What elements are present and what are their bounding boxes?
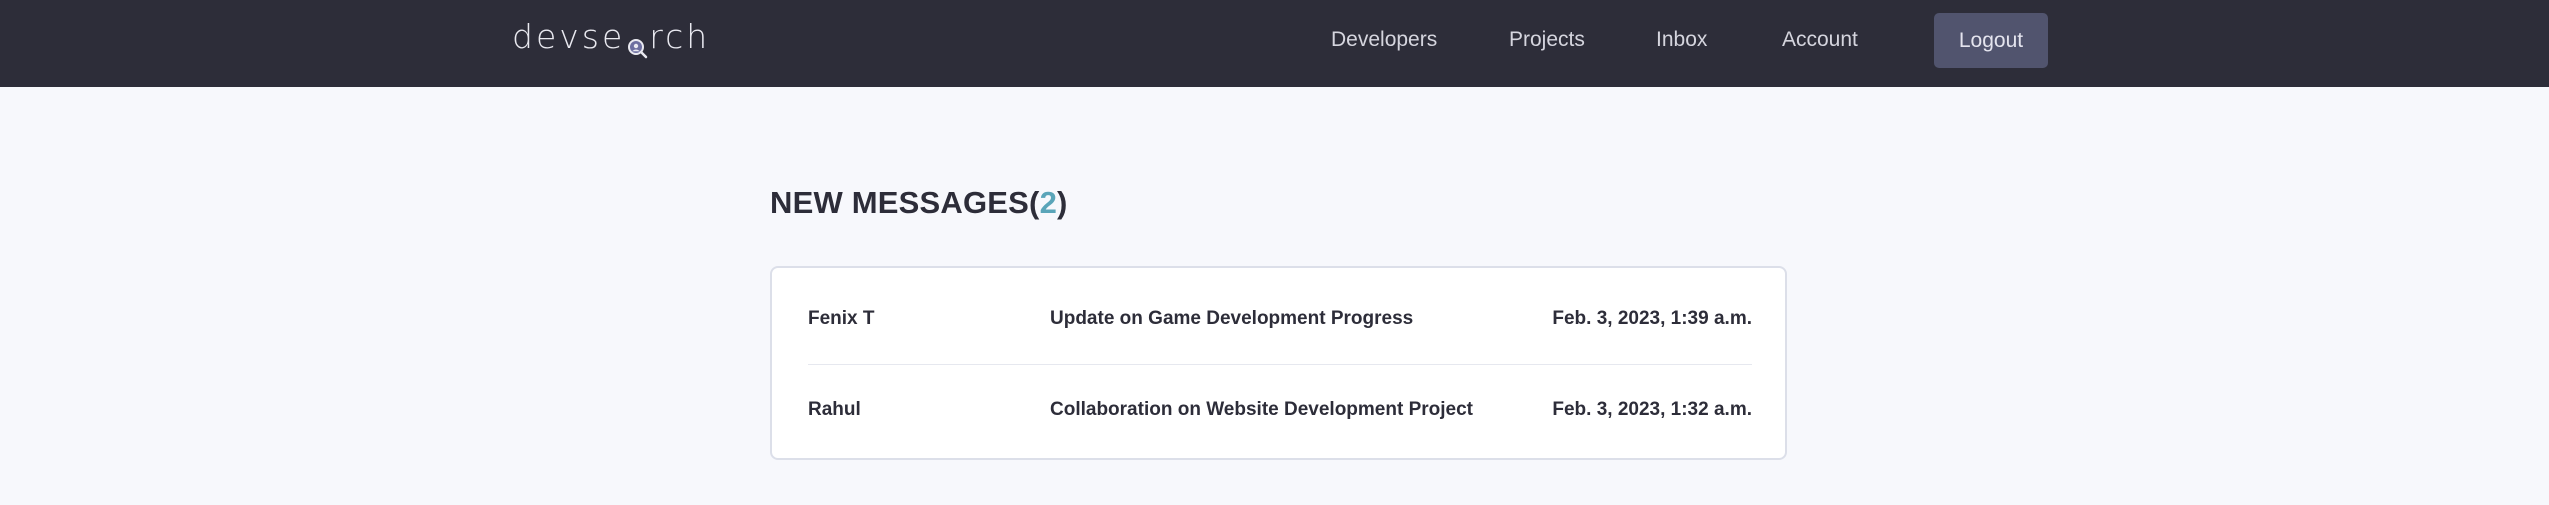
message-row[interactable]: Fenix T Update on Game Development Progr… xyxy=(808,274,1752,364)
magnifier-icon xyxy=(626,28,648,59)
message-sender: Fenix T xyxy=(808,308,875,329)
message-count: 2 xyxy=(1039,185,1058,220)
title-close-paren: ) xyxy=(1057,185,1068,220)
nav-projects[interactable]: Projects xyxy=(1509,26,1585,54)
logo-text-end: rch xyxy=(649,16,711,56)
message-date: Feb. 3, 2023, 1:39 a.m. xyxy=(1552,308,1752,329)
message-row[interactable]: Rahul Collaboration on Website Developme… xyxy=(808,364,1752,455)
nav-developers[interactable]: Developers xyxy=(1331,26,1437,54)
nav-inbox[interactable]: Inbox xyxy=(1656,26,1707,54)
page-title-text: NEW MESSAGES xyxy=(770,185,1030,220)
top-navbar: devse rch Developers Projects Inbox Acco… xyxy=(0,0,2549,87)
message-list: Fenix T Update on Game Development Progr… xyxy=(770,266,1787,460)
logout-button[interactable]: Logout xyxy=(1934,13,2048,68)
message-subject[interactable]: Collaboration on Website Development Pro… xyxy=(1050,365,1473,455)
message-sender: Rahul xyxy=(808,399,861,420)
page-title: NEW MESSAGES(2) xyxy=(770,185,1068,221)
logo[interactable]: devse rch xyxy=(512,14,711,59)
logo-text-start: devse xyxy=(512,16,626,56)
message-date: Feb. 3, 2023, 1:32 a.m. xyxy=(1552,399,1752,420)
nav-account[interactable]: Account xyxy=(1782,26,1858,54)
title-open-paren: ( xyxy=(1029,185,1040,220)
message-subject[interactable]: Update on Game Development Progress xyxy=(1050,274,1413,364)
